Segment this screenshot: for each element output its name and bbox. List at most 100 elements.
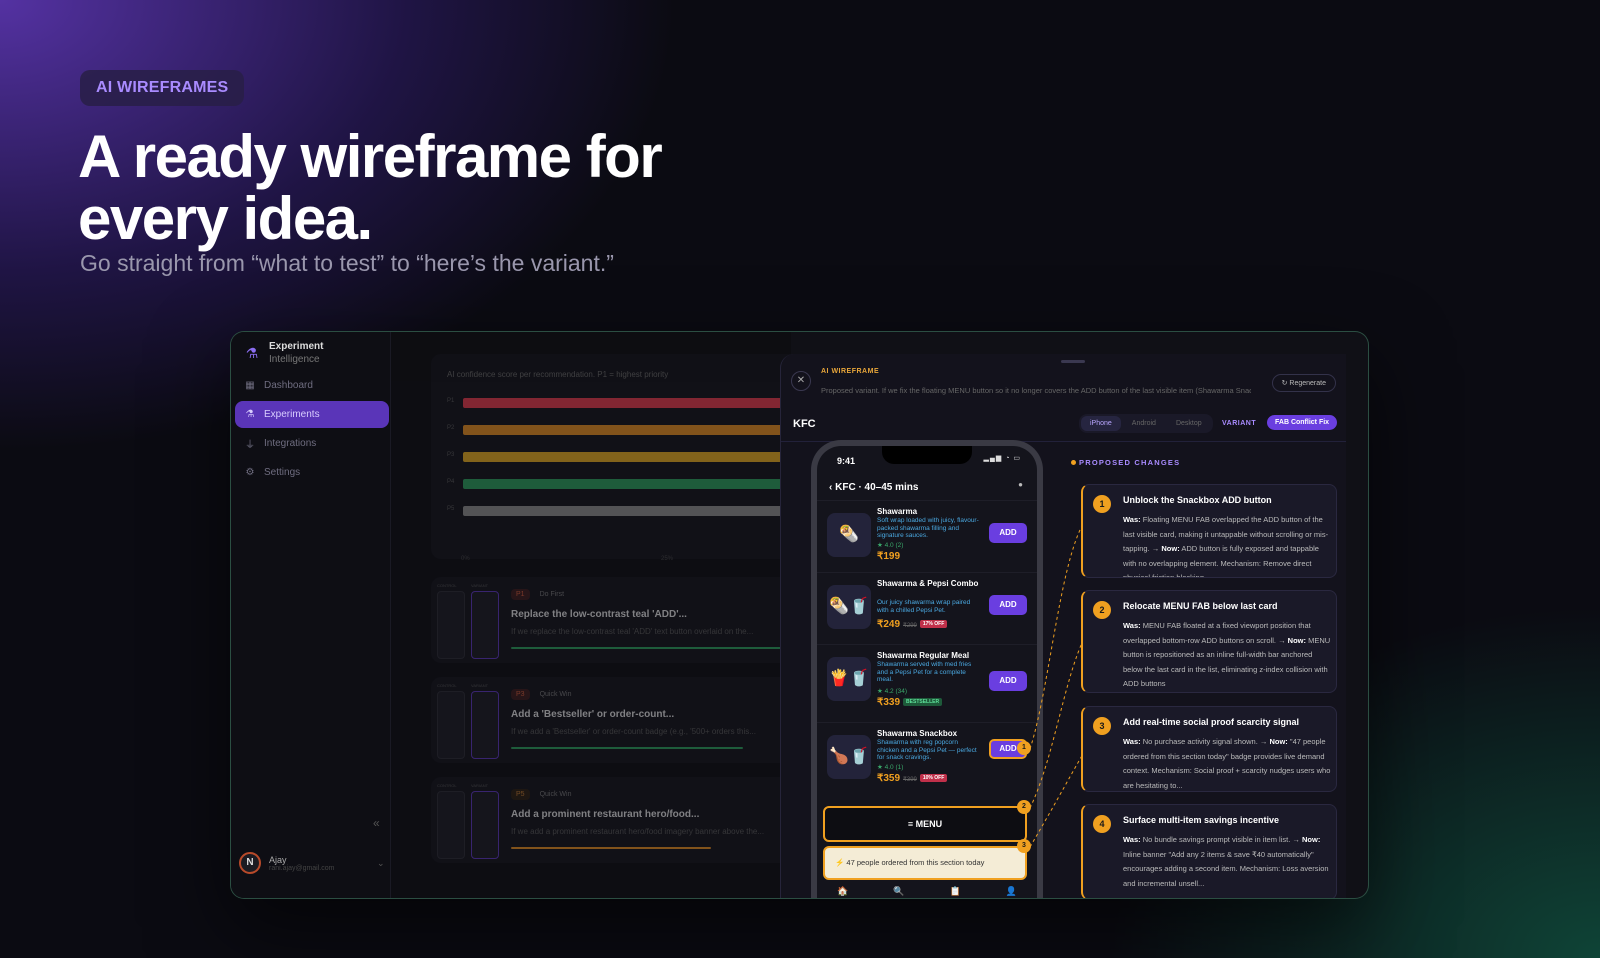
thumb-label: CONTROL [437,683,457,688]
section-badge: AI WIREFRAMES [80,70,245,106]
chart-bar-row: P2 [447,425,823,435]
hero-subtitle: Go straight from “what to test” to “here… [80,250,614,276]
change-title: Relocate MENU FAB below last card [1123,601,1278,611]
annotation-marker-2[interactable]: 2 [1017,800,1031,814]
y-tick-label: P4 [447,479,455,485]
wireframe-thumbnails: CONTROL VARIANT [437,583,503,659]
recommendation-card[interactable]: CONTROL VARIANT P1 Do First Replace the … [431,577,811,663]
change-number: 1 [1093,495,1111,513]
priority-badge: P5 [511,789,530,800]
brand-line1: Experiment [269,341,324,352]
now-label: Now: [1161,544,1180,553]
confidence-bar [511,747,743,749]
chart-bar [463,398,823,408]
recommendation-desc: If we add a prominent restaurant hero/fo… [511,827,765,836]
recommendation-title: Add a prominent restaurant hero/food... [511,809,700,820]
change-body: Was: MENU FAB floated at a fixed viewpor… [1123,619,1333,692]
y-tick-label: P2 [447,425,455,431]
category-label: Do First [539,591,565,598]
sidebar-item-label: Experiments [264,409,320,420]
flask-logo-icon: ⚗ [245,345,259,361]
was-text: MENU FAB floated at a fixed viewport pos… [1123,621,1311,645]
sidebar-item-label: Dashboard [264,380,313,391]
change-card[interactable]: 3 Add real-time social proof scarcity si… [1081,706,1337,792]
collapse-sidebar-button[interactable]: « [373,816,380,830]
chart-bar [463,425,823,435]
change-number: 2 [1093,601,1111,619]
change-body: Was: No bundle savings prompt visible in… [1123,833,1333,891]
was-label: Was: [1123,621,1141,630]
y-tick-label: P5 [447,506,455,512]
annotation-marker-3[interactable]: 3 [1017,839,1031,853]
y-tick-label: P1 [447,398,455,404]
chevron-down-icon: ⌄ [377,858,385,868]
control-thumbnail [437,691,465,759]
flask-icon: ⚗ [245,409,255,420]
was-text: No purchase activity signal shown. → [1142,737,1268,746]
change-card[interactable]: 2 Relocate MENU FAB below last card Was:… [1081,590,1337,693]
was-label: Was: [1123,835,1141,844]
user-email: rani.ajay@gmail.com [269,864,335,872]
sidebar-item-settings[interactable]: ⚙ Settings [235,459,389,486]
recommendation-card[interactable]: CONTROL VARIANT P5 Quick Win Add a promi… [431,777,811,863]
change-title: Add real-time social proof scarcity sign… [1123,717,1300,727]
sidebar-nav: ▦ Dashboard ⚗ Experiments ⏚ Integrations… [235,372,389,488]
x-tick-label: 25% [661,556,674,562]
brand-line2: Intelligence [269,354,320,365]
change-card[interactable]: 1 Unblock the Snackbox ADD button Was: F… [1081,484,1337,578]
category-label: Quick Win [539,691,572,698]
recommendation-title: Replace the low-contrast teal 'ADD'... [511,609,687,620]
control-thumbnail [437,791,465,859]
sidebar-item-dashboard[interactable]: ▦ Dashboard [235,372,389,399]
thumb-label: VARIANT [471,583,489,588]
chart-bar-row: P3 [447,452,823,462]
chart-bar [463,452,823,462]
wireframe-thumbnails: CONTROL VARIANT [437,783,503,859]
thumb-label: CONTROL [437,783,457,788]
user-name: Ajay [269,854,287,865]
sidebar-item-integrations[interactable]: ⏚ Integrations [235,430,389,457]
now-label: Now: [1287,635,1307,645]
annotation-marker-1[interactable]: 1 [1017,741,1031,755]
change-number: 3 [1093,717,1111,735]
app-window: ⚗ Experiment Intelligence ▦ Dashboard ⚗ … [230,331,1369,899]
variant-thumbnail [471,691,499,759]
recommendation-card[interactable]: CONTROL VARIANT P3 Quick Win Add a 'Best… [431,677,811,763]
now-text: Inline banner "Add any 2 items & save ₹4… [1123,849,1329,888]
thumb-label: VARIANT [471,683,489,688]
was-text: No bundle savings prompt visible in item… [1142,835,1300,844]
sidebar-item-experiments[interactable]: ⚗ Experiments [235,401,389,428]
was-label: Was: [1123,737,1141,746]
chart-bar-row: P5 [447,506,823,516]
variant-thumbnail [471,791,499,859]
recommendation-desc: If we replace the low-contrast teal 'ADD… [511,627,754,636]
change-body: Was: No purchase activity signal shown. … [1123,735,1333,791]
change-body: Was: Floating MENU FAB overlapped the AD… [1123,513,1333,577]
sidebar: ⚗ Experiment Intelligence ▦ Dashboard ⚗ … [231,332,391,898]
change-number: 4 [1093,815,1111,833]
chart-bar-row: P1 [447,398,823,408]
category-label: Quick Win [539,791,572,798]
now-label: Now: [1301,835,1321,844]
priority-badge: P1 [511,589,530,600]
ai-wireframe-panel: ✕ AI WIREFRAME Proposed variant. If we f… [780,354,1346,898]
x-tick-label: 0% [461,556,470,562]
thumb-label: CONTROL [437,583,457,588]
recommendation-desc: If we add a 'Bestseller' or order-count … [511,727,756,736]
chart-subtitle: AI confidence score per recommendation. … [447,370,669,379]
hero-title: A ready wireframe for every idea. [78,123,663,252]
sidebar-item-label: Integrations [264,438,317,449]
confidence-chart-card: AI confidence score per recommendation. … [431,354,823,562]
change-card[interactable]: 4 Surface multi-item savings incentive W… [1081,804,1337,898]
priority-badge: P3 [511,689,530,700]
control-thumbnail [437,591,465,659]
plug-icon: ⏚ [245,440,255,451]
thumb-label: VARIANT [471,783,489,788]
chart-bar [463,479,823,489]
brand: ⚗ Experiment Intelligence [243,340,324,366]
was-label: Was: [1123,515,1141,524]
sidebar-item-label: Settings [264,467,301,478]
user-menu[interactable]: N Ajay rani.ajay@gmail.com ⌄ [239,852,385,874]
changes-title: PROPOSED CHANGES [1079,458,1181,467]
avatar: N [239,852,261,874]
